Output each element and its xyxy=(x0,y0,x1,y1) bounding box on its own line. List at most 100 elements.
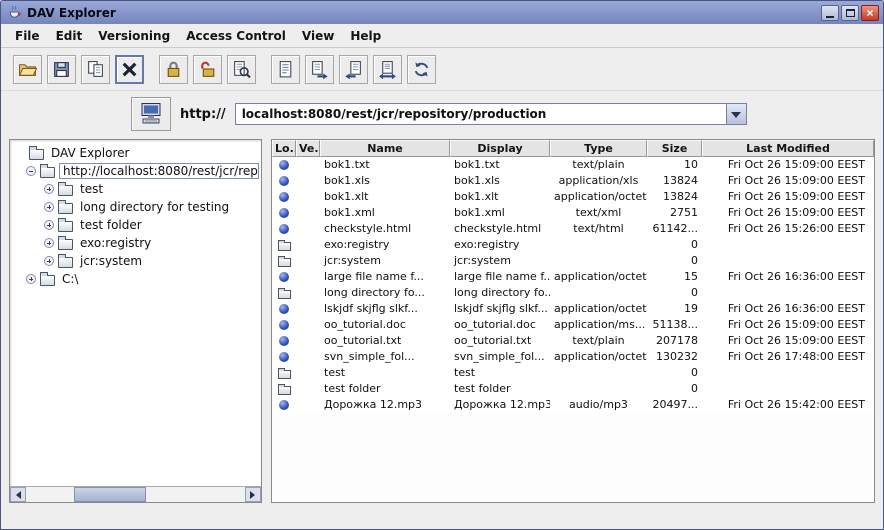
table-row[interactable]: lskjdf skjflg slkf... lskjdf skjflg slkf… xyxy=(272,301,874,317)
save-file-icon xyxy=(52,60,71,79)
computer-monitor-icon xyxy=(138,102,164,126)
open-file-icon xyxy=(18,60,37,79)
version-report-button[interactable] xyxy=(373,55,402,84)
tree-item-repository-url[interactable]: http://localhost:8080/rest/jcr/repositor… xyxy=(12,162,259,180)
cell-name: exo:registry xyxy=(320,237,450,253)
connect-button[interactable] xyxy=(131,97,171,131)
scrollbar-thumb[interactable] xyxy=(74,487,146,502)
column-header-versioned[interactable]: Ve... xyxy=(296,140,320,157)
minimize-icon xyxy=(826,16,834,18)
properties-button[interactable] xyxy=(271,55,300,84)
column-header-name[interactable]: Name xyxy=(320,140,450,157)
expand-toggle-icon[interactable] xyxy=(44,220,54,230)
url-combobox[interactable]: localhost:8080/rest/jcr/repository/produ… xyxy=(235,103,747,125)
expand-toggle-icon[interactable] xyxy=(44,202,54,212)
table-row[interactable]: exo:registry exo:registry 0 xyxy=(272,237,874,253)
column-header-lock[interactable]: Lo... xyxy=(272,140,296,157)
menu-help[interactable]: Help xyxy=(342,26,389,46)
tree-item-jcr-system[interactable]: jcr:system xyxy=(12,252,259,270)
table-row[interactable]: long directory fo... long directory fo..… xyxy=(272,285,874,301)
expand-toggle-icon[interactable] xyxy=(26,274,36,284)
menu-edit[interactable]: Edit xyxy=(48,26,91,46)
window-title: DAV Explorer xyxy=(27,6,816,20)
folder-icon xyxy=(58,185,73,196)
table-row[interactable]: bok1.xls bok1.xls application/xls 13824 … xyxy=(272,173,874,189)
close-icon: × xyxy=(866,7,873,19)
cell-name: oo_tutorial.txt xyxy=(320,333,450,349)
close-button[interactable]: × xyxy=(861,5,879,21)
unlock-button[interactable] xyxy=(193,55,222,84)
table-row[interactable]: oo_tutorial.doc oo_tutorial.doc applicat… xyxy=(272,317,874,333)
cell-size: 0 xyxy=(647,381,702,397)
cell-name: lskjdf skjflg slkf... xyxy=(320,301,450,317)
menu-versioning[interactable]: Versioning xyxy=(90,26,178,46)
table-row[interactable]: test test 0 xyxy=(272,365,874,381)
tree-item-test[interactable]: test xyxy=(12,180,259,198)
dropdown-arrow-icon[interactable] xyxy=(726,104,746,124)
table-row[interactable]: svn_simple_fol... svn_simple_fol... appl… xyxy=(272,349,874,365)
tree-item-c-drive[interactable]: C:\ xyxy=(12,270,259,288)
checkout-button[interactable] xyxy=(339,55,368,84)
cell-type: text/html xyxy=(550,221,647,237)
scrollbar-track[interactable] xyxy=(26,487,245,502)
scroll-left-button[interactable] xyxy=(10,487,26,502)
menu-view[interactable]: View xyxy=(294,26,342,46)
expand-toggle-icon[interactable] xyxy=(44,256,54,266)
folder-icon xyxy=(278,258,291,267)
cell-type: text/xml xyxy=(550,205,647,221)
cell-type: application/octet... xyxy=(550,269,647,285)
table-row[interactable]: oo_tutorial.txt oo_tutorial.txt text/pla… xyxy=(272,333,874,349)
open-file-button[interactable] xyxy=(13,55,42,84)
folder-icon xyxy=(278,242,291,251)
copy-button[interactable] xyxy=(81,55,110,84)
cell-name: bok1.xls xyxy=(320,173,450,189)
tree-horizontal-scrollbar[interactable] xyxy=(10,486,261,502)
view-lock-info-button[interactable] xyxy=(227,55,256,84)
cell-size: 0 xyxy=(647,365,702,381)
cell-last-modified: Fri Oct 26 15:09:00 EEST xyxy=(702,189,874,205)
version-report-icon xyxy=(378,60,397,79)
table-row[interactable]: bok1.xlt bok1.xlt application/octet... 1… xyxy=(272,189,874,205)
refresh-button[interactable] xyxy=(407,55,436,84)
cell-type: audio/mp3 xyxy=(550,397,647,413)
menu-access-control[interactable]: Access Control xyxy=(178,26,294,46)
column-header-type[interactable]: Type xyxy=(550,140,647,157)
table-row[interactable]: Дорожка 12.mp3 Дорожка 12.mp3 audio/mp3 … xyxy=(272,397,874,413)
tree-item-root[interactable]: DAV Explorer xyxy=(12,144,259,162)
table-row[interactable]: bok1.txt bok1.txt text/plain 10 Fri Oct … xyxy=(272,157,874,173)
checkin-button[interactable] xyxy=(305,55,334,84)
tree-item-exo-registry[interactable]: exo:registry xyxy=(12,234,259,252)
table-row[interactable]: jcr:system jcr:system 0 xyxy=(272,253,874,269)
expand-toggle-icon[interactable] xyxy=(26,166,36,176)
folder-icon xyxy=(58,221,73,232)
file-icon xyxy=(279,192,289,202)
table-row[interactable]: bok1.xml bok1.xml text/xml 2751 Fri Oct … xyxy=(272,205,874,221)
cell-type: text/plain xyxy=(550,157,647,173)
lock-icon xyxy=(164,60,183,79)
menu-file[interactable]: File xyxy=(7,26,48,46)
title-bar[interactable]: DAV Explorer × xyxy=(1,1,883,24)
maximize-button[interactable] xyxy=(841,5,859,21)
column-header-last-modified[interactable]: Last Modified xyxy=(702,140,874,157)
folder-icon xyxy=(58,239,73,250)
cell-name: bok1.xml xyxy=(320,205,450,221)
folder-tree: DAV Explorer http://localhost:8080/rest/… xyxy=(10,140,261,486)
table-row[interactable]: large file name f... large file name f..… xyxy=(272,269,874,285)
app-window: DAV Explorer × File Edit Versioning Acce… xyxy=(0,0,884,530)
minimize-button[interactable] xyxy=(821,5,839,21)
tree-item-long-directory[interactable]: long directory for testing xyxy=(12,198,259,216)
table-header: Lo... Ve... Name Display Type Size Last … xyxy=(272,140,874,157)
main-split: DAV Explorer http://localhost:8080/rest/… xyxy=(1,137,883,529)
table-row[interactable]: test folder test folder 0 xyxy=(272,381,874,397)
save-file-button[interactable] xyxy=(47,55,76,84)
lock-button[interactable] xyxy=(159,55,188,84)
expand-toggle-icon[interactable] xyxy=(44,184,54,194)
tree-item-test-folder[interactable]: test folder xyxy=(12,216,259,234)
table-row[interactable]: checkstyle.html checkstyle.html text/htm… xyxy=(272,221,874,237)
cell-last-modified: Fri Oct 26 15:42:00 EEST xyxy=(702,397,874,413)
column-header-display[interactable]: Display xyxy=(450,140,550,157)
column-header-size[interactable]: Size xyxy=(647,140,702,157)
scroll-right-button[interactable] xyxy=(245,487,261,502)
delete-button[interactable] xyxy=(115,55,144,84)
expand-toggle-icon[interactable] xyxy=(44,238,54,248)
